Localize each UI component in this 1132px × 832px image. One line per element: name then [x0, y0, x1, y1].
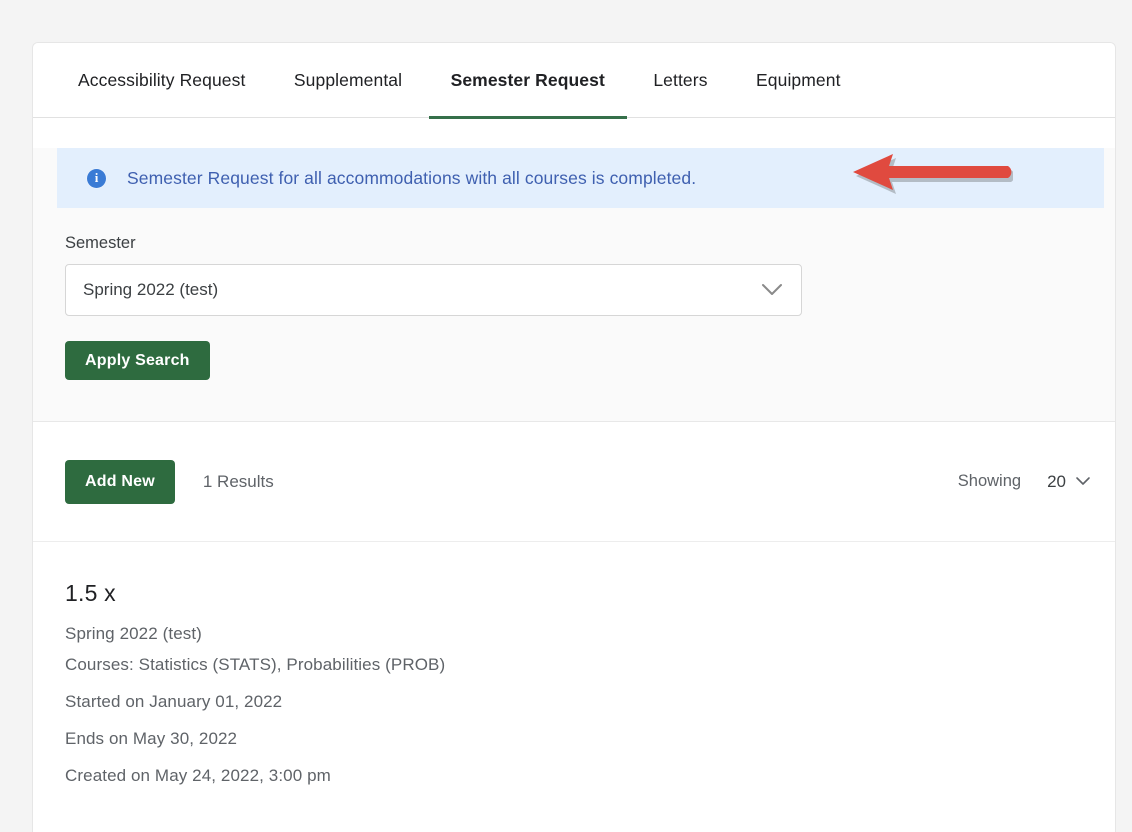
results-count: 1 Results: [202, 471, 274, 491]
semester-select[interactable]: Spring 2022 (test): [65, 264, 802, 316]
pagination-controls: Showing 20: [958, 472, 1091, 492]
page-size-select[interactable]: 20: [1047, 472, 1091, 492]
tab-accessibility-request[interactable]: Accessibility Request: [56, 43, 267, 118]
info-banner-text: Semester Request for all accommodations …: [127, 167, 697, 188]
result-item-title: 1.5 x: [65, 580, 116, 606]
semester-select-value: Spring 2022 (test): [83, 280, 219, 299]
info-icon: i: [87, 168, 106, 188]
result-item-courses: Courses: Statistics (STATS), Probabiliti…: [65, 655, 446, 674]
page-size-value: 20: [1047, 471, 1066, 491]
showing-label: Showing: [957, 472, 1022, 490]
tab-label: Accessibility Request: [78, 70, 246, 90]
tab-bar: Accessibility Request Supplemental Semes…: [33, 43, 1115, 119]
tab-equipment[interactable]: Equipment: [734, 43, 863, 118]
semester-field-label: Semester: [65, 234, 136, 252]
apply-search-button[interactable]: Apply Search: [65, 341, 210, 380]
info-banner: i Semester Request for all accommodation…: [57, 148, 1104, 208]
tab-label: Letters: [653, 70, 708, 90]
annotation-arrow-icon: [853, 154, 1013, 194]
chevron-down-icon: [762, 284, 782, 295]
tab-letters[interactable]: Letters: [631, 43, 729, 118]
tab-label: Equipment: [756, 70, 841, 90]
result-item-semester: Spring 2022 (test): [65, 624, 202, 643]
tab-supplemental[interactable]: Supplemental: [272, 43, 424, 118]
result-item-ends: Ends on May 30, 2022: [65, 729, 238, 748]
tab-semester-request[interactable]: Semester Request: [428, 43, 628, 119]
results-toolbar: Add New 1 Results Showing 20: [33, 422, 1115, 542]
result-item-created: Created on May 24, 2022, 3:00 pm: [65, 766, 331, 785]
semester-request-card: Accessibility Request Supplemental Semes…: [32, 42, 1116, 832]
chevron-down-icon: [1076, 477, 1090, 485]
add-new-button[interactable]: Add New: [65, 459, 175, 504]
result-list-item[interactable]: 1.5 x Spring 2022 (test) Courses: Statis…: [33, 542, 1115, 786]
tab-label: Semester Request: [450, 70, 605, 90]
result-item-started: Started on January 01, 2022: [65, 692, 283, 711]
info-icon-glyph: i: [94, 170, 99, 185]
search-panel: i Semester Request for all accommodation…: [33, 148, 1115, 422]
tab-label: Supplemental: [293, 70, 403, 90]
